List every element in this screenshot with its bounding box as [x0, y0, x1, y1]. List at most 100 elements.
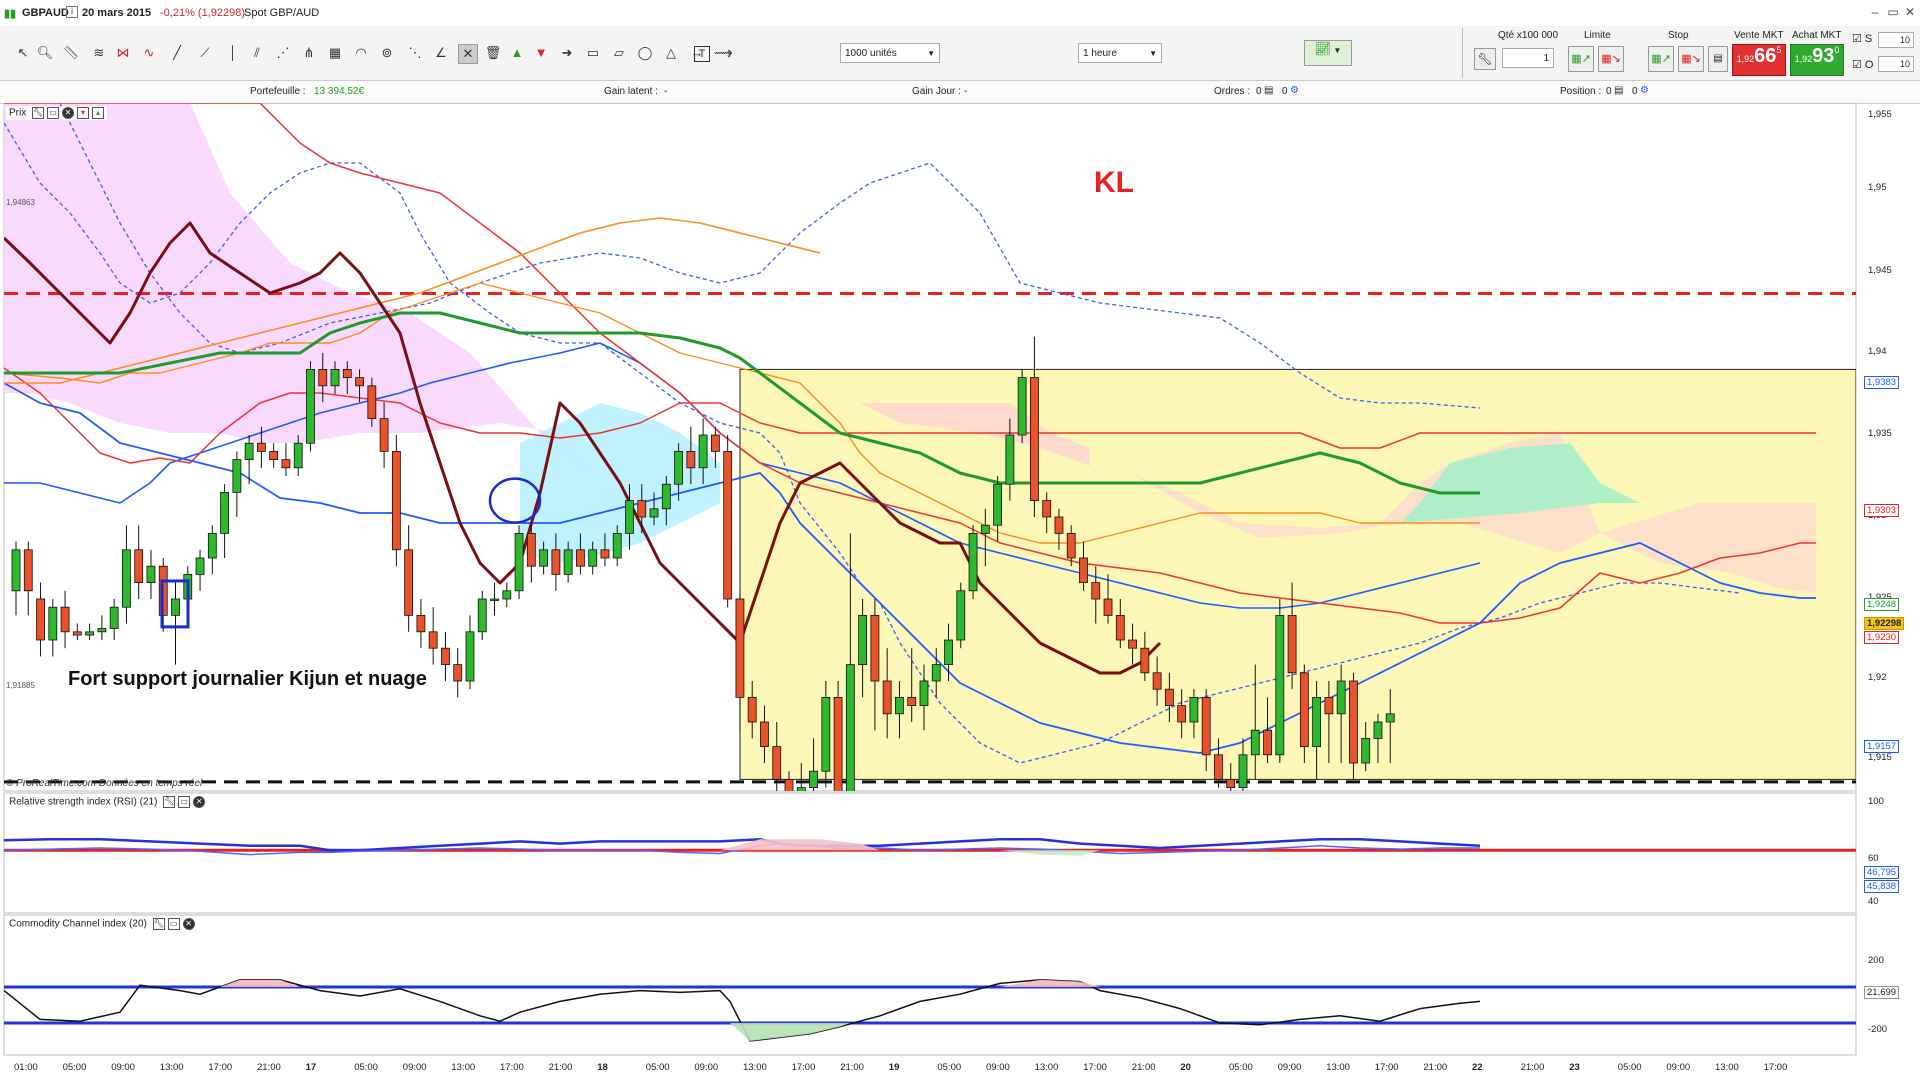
position-list-icon[interactable]: ▤	[1614, 85, 1623, 96]
candle-body	[1152, 672, 1162, 690]
s-input[interactable]: 10	[1878, 32, 1914, 48]
candle-body	[404, 549, 414, 616]
support-annotation: Fort support journalier Kijun et nuage	[68, 668, 427, 690]
fork-icon[interactable]: ⋔	[300, 44, 318, 62]
candle-body	[477, 598, 487, 633]
close-icon[interactable]: ✕	[193, 796, 206, 808]
sell-limit-button[interactable]: ▦↘	[1598, 46, 1624, 72]
pointer-icon[interactable]: ↖	[14, 44, 32, 62]
tools-icon[interactable]: ✕	[458, 44, 478, 64]
rectangle-icon[interactable]: ▭	[584, 44, 602, 62]
orders-value: 0	[1256, 86, 1262, 97]
candle-body	[698, 434, 708, 469]
quantity-select[interactable]: 1000 unités ▼	[840, 43, 940, 63]
fibonacci-icon[interactable]: ≋	[90, 44, 108, 62]
candle-body	[1164, 688, 1174, 707]
vertical-measure-icon[interactable]: ↕	[720, 44, 738, 62]
close-icon[interactable]: ✕	[62, 107, 75, 119]
time-axis-tick: 09:00	[986, 1062, 1010, 1073]
text-icon[interactable]: T	[694, 46, 710, 62]
window-icon[interactable]: ▭	[178, 796, 191, 808]
wrench-icon[interactable]: 🔧︎	[1474, 48, 1496, 70]
triangle-icon[interactable]: △	[662, 44, 680, 62]
move-down-icon[interactable]: ▾	[77, 107, 90, 119]
candle-body	[993, 483, 1002, 526]
sell-market-button[interactable]: 1,92665	[1732, 44, 1786, 76]
candle-body	[858, 615, 868, 666]
price-chart[interactable]	[0, 103, 1920, 1084]
candle-body	[686, 450, 696, 469]
ray-icon[interactable]: ⟋	[196, 44, 214, 62]
candle-body	[1189, 697, 1199, 723]
buy-mkt-label: Achat MKT	[1792, 30, 1842, 41]
o-checkbox[interactable]: ☑ O	[1852, 58, 1873, 71]
minimize-icon[interactable]: –	[1868, 6, 1882, 18]
polygon-icon[interactable]: ▱	[610, 44, 628, 62]
sell-stop-button[interactable]: ▦↘	[1678, 46, 1704, 72]
window-icon[interactable]: ▭	[47, 107, 60, 119]
candle-body	[1385, 713, 1395, 723]
buy-market-button[interactable]: 1,92930	[1790, 44, 1844, 76]
spiral-icon[interactable]: ⊚	[378, 44, 396, 62]
buy-limit-button[interactable]: ▦↗	[1568, 46, 1594, 72]
wrench-icon[interactable]: 🔧︎	[152, 918, 165, 930]
time-axis-tick: 09:00	[111, 1062, 135, 1073]
vertical-line-icon[interactable]: │	[224, 44, 242, 62]
bollinger-lower-label: 1,9157	[1864, 740, 1900, 753]
time-axis-day-tick: 20	[1180, 1062, 1191, 1073]
trash-icon[interactable]: 🗑︎	[484, 44, 502, 62]
channel-icon[interactable]: ⫽	[248, 44, 266, 62]
candle-body	[944, 639, 953, 666]
s-checkbox[interactable]: ☑ S	[1852, 32, 1872, 45]
down-arrow-icon[interactable]: ▼	[532, 44, 550, 62]
candle-body	[980, 524, 990, 534]
candle-body	[600, 549, 610, 559]
maximize-icon[interactable]: ▭	[1886, 6, 1900, 18]
wrench-icon[interactable]: 🔧︎	[32, 107, 45, 119]
pattern-icon[interactable]: ⋈	[114, 44, 132, 62]
wrench-icon[interactable]: 🔧︎	[163, 796, 176, 808]
zoom-icon[interactable]: 🔍︎	[36, 44, 54, 62]
position-settings-icon[interactable]: ⚙	[1640, 85, 1649, 96]
candle-body	[441, 647, 450, 666]
orders-list-icon[interactable]: ▤	[1264, 85, 1273, 96]
angle-icon[interactable]: ∠	[432, 44, 450, 62]
right-arrow-icon[interactable]: ➜	[558, 44, 576, 62]
buy-stop-button[interactable]: ▦↗	[1648, 46, 1674, 72]
move-up-icon[interactable]: ▴	[92, 107, 105, 119]
arc-icon[interactable]: ◠	[352, 44, 370, 62]
latent-label: Gain latent :	[604, 86, 658, 97]
candle-body	[1066, 532, 1076, 559]
quantity-input[interactable]: 1	[1502, 48, 1554, 68]
candle-body	[870, 615, 880, 682]
orders-settings-icon[interactable]: ⚙	[1290, 85, 1299, 96]
info-icon[interactable]: i	[66, 6, 78, 18]
close-icon[interactable]: ✕	[1903, 6, 1917, 18]
price-tick: 1,915	[1868, 752, 1892, 763]
latent-value: -	[664, 86, 668, 97]
order-settings-button[interactable]: ▤	[1708, 46, 1728, 72]
window-icon[interactable]: ▭	[167, 918, 180, 930]
candle-body	[674, 450, 683, 485]
grid-icon[interactable]: ▦	[326, 44, 344, 62]
wave-icon[interactable]: ∿	[140, 44, 158, 62]
last-price-label: 1,92298	[1864, 617, 1905, 630]
up-arrow-icon[interactable]: ▲	[508, 44, 526, 62]
fan-icon[interactable]: ⋱	[406, 44, 424, 62]
rsi-tick: 100	[1868, 796, 1884, 807]
candle-body	[551, 549, 561, 575]
chart-style-button[interactable]: 📈︎ ▼	[1304, 40, 1352, 66]
candle-body	[772, 746, 782, 780]
close-icon[interactable]: ✕	[182, 918, 195, 930]
trendline-icon[interactable]: ╱	[168, 44, 186, 62]
parallel-icon[interactable]: ⋰	[274, 44, 292, 62]
o-input[interactable]: 10	[1878, 56, 1914, 72]
interval-select[interactable]: 1 heure ▼	[1078, 43, 1162, 63]
candle-body	[146, 565, 156, 584]
orders-value-2: 0	[1282, 86, 1288, 97]
cci-fill-low	[730, 1023, 850, 1041]
ruler-icon[interactable]: 📏︎	[62, 44, 80, 62]
candle-body	[539, 549, 549, 567]
ellipse-icon[interactable]: ◯	[636, 44, 654, 62]
time-axis-tick: 13:00	[1326, 1062, 1350, 1073]
